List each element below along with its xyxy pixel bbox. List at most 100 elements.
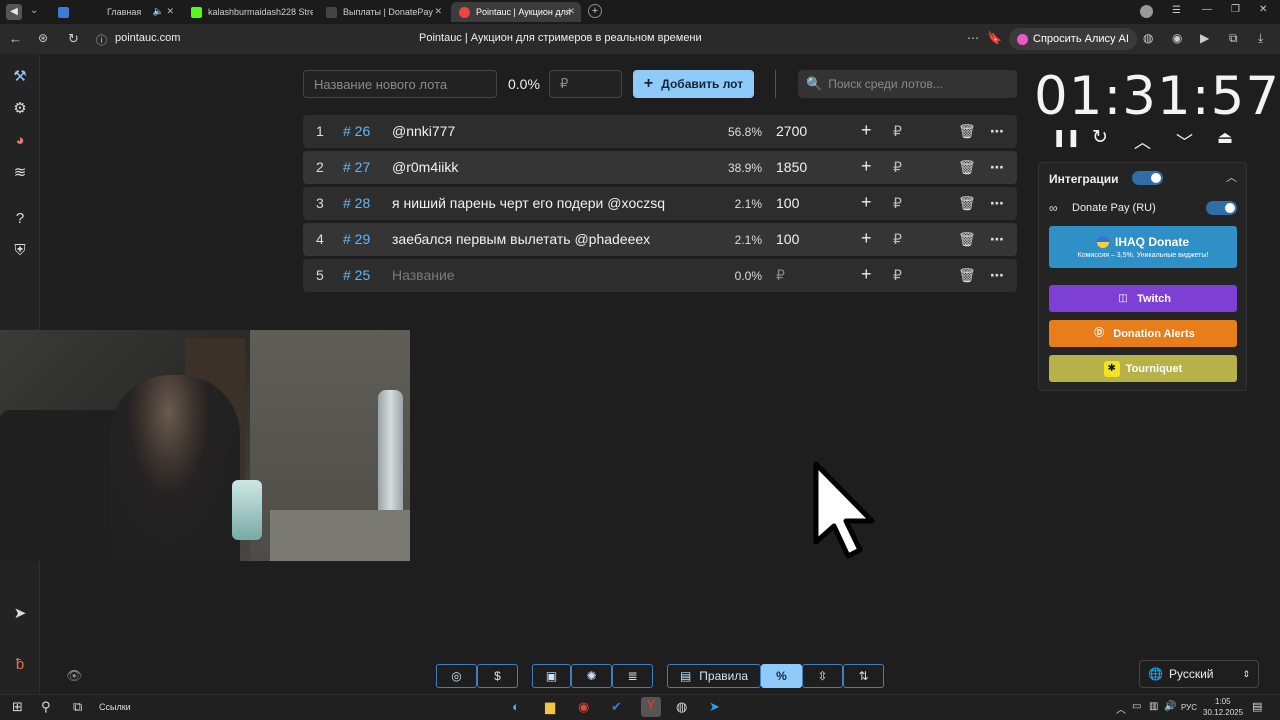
mute-icon[interactable]: 🔈 (153, 6, 164, 17)
more-options-icon[interactable]: ⋯ (990, 195, 1005, 212)
bookmark-icon[interactable]: 🔖 (987, 31, 1002, 45)
new-lot-input[interactable]: Название нового лота (303, 70, 497, 98)
url-text[interactable]: pointauc.com (115, 32, 180, 44)
increase-time-icon[interactable]: ︿ (1134, 128, 1151, 153)
decrease-time-icon[interactable]: ﹀ (1176, 128, 1193, 153)
lot-name[interactable]: @r0m4iikk (392, 159, 458, 175)
add-amount-icon[interactable]: + (861, 156, 872, 177)
language-select[interactable]: 🌐 Русский ⇕ (1139, 660, 1259, 688)
save-button[interactable]: ▣ (532, 664, 571, 688)
bug-report-button[interactable]: ✺ (571, 664, 612, 688)
close-tab-icon[interactable]: ✕ (434, 6, 442, 17)
delete-icon[interactable]: 🗑 (958, 123, 976, 140)
task-view-icon[interactable]: ⧉ (73, 699, 82, 715)
boosty-icon[interactable]: ƀ (10, 655, 30, 675)
alice-ai-button[interactable]: Спросить Алису AI (1009, 28, 1137, 50)
lot-amount[interactable]: 100 (776, 195, 799, 211)
tab-pointauc[interactable]: Pointauc | Аукцион для ✕ (451, 2, 581, 22)
tray-chevron-icon[interactable]: ︿ (1116, 701, 1126, 716)
lot-name[interactable]: я ниший парень черт его подери @xoczsq (392, 195, 665, 211)
more-icon[interactable]: ⋯ (967, 31, 979, 45)
lot-name[interactable]: @nnki777 (392, 123, 455, 139)
input-language[interactable]: РУС (1181, 703, 1197, 712)
browser-menu-icon[interactable]: ◀ (6, 4, 22, 20)
percent-toggle-button[interactable]: % (761, 664, 802, 688)
rules-button[interactable]: ▤ Правила (667, 664, 761, 688)
donate-button[interactable]: $ (477, 664, 518, 688)
auction-hammer-icon[interactable]: ⚒ (10, 67, 30, 87)
add-amount-icon[interactable]: + (861, 228, 872, 249)
sort-button[interactable]: ⇅ (843, 664, 884, 688)
visibility-eye-icon[interactable]: 👁 (66, 668, 83, 684)
collapse-chevron-icon[interactable]: ︿ (1226, 169, 1237, 185)
tab-kick[interactable]: kalashburmaidash228 Stre (183, 2, 313, 22)
lot-amount[interactable]: 2700 (776, 123, 807, 139)
delete-icon[interactable]: 🗑 (958, 159, 976, 176)
donatepay-toggle[interactable] (1206, 201, 1237, 215)
lot-amount[interactable]: 1850 (776, 159, 807, 175)
taskbar-search-icon[interactable]: ⚲ (41, 699, 51, 715)
more-options-icon[interactable]: ⋯ (990, 231, 1005, 248)
windows-start-icon[interactable]: ⊞ (12, 699, 23, 715)
lot-name-input[interactable]: Название (392, 267, 455, 283)
tab-list-chevron-icon[interactable]: ⌄ (30, 5, 38, 16)
close-tab-icon[interactable]: ✕ (567, 6, 575, 17)
lot-search-input[interactable]: 🔍 Поиск среди лотов... (798, 70, 1017, 98)
help-icon[interactable]: ? (10, 209, 30, 229)
globe-icon[interactable]: ◍ (1143, 31, 1153, 45)
tourniquet-button[interactable]: ✱ Tourniquet (1049, 355, 1237, 382)
telegram-icon[interactable]: ➤ (10, 604, 30, 624)
github-button[interactable]: ◎ (436, 664, 477, 688)
reset-timer-icon[interactable]: ↻ (1092, 126, 1108, 149)
new-lot-amount-input[interactable]: ₽ (549, 70, 622, 98)
delete-icon[interactable]: 🗑 (958, 267, 976, 284)
add-lot-button[interactable]: + Добавить лот (633, 70, 754, 98)
new-tab-button[interactable]: + (588, 4, 602, 18)
shield-icon[interactable]: ⊛ (38, 31, 48, 45)
tab-home[interactable]: Главная 🔈 ✕ (50, 2, 180, 22)
downloads-icon[interactable]: ⤓ (1258, 31, 1263, 46)
network-icon[interactable]: ▥ (1149, 701, 1158, 712)
ihaq-donate-button[interactable]: IHAQ Donate Комиссия – 3,5%. Уникальные … (1049, 226, 1237, 268)
twitch-button[interactable]: ◫ Twitch (1049, 285, 1237, 312)
yandex-browser-icon[interactable]: Y (641, 697, 661, 717)
delete-icon[interactable]: 🗑 (958, 195, 976, 212)
restore-icon[interactable]: ❐ (1231, 4, 1240, 15)
settings-gear-icon[interactable]: ⚙ (10, 99, 30, 119)
extension-icon[interactable]: ◉ (1172, 31, 1182, 45)
wheel-icon[interactable]: ◕ (10, 131, 30, 151)
close-window-icon[interactable]: ✕ (1259, 4, 1267, 15)
lot-name[interactable]: заебался первым вылетать @phadeeex (392, 231, 650, 247)
profile-icon[interactable] (1140, 5, 1153, 18)
edge-icon[interactable]: ◐ (512, 699, 520, 714)
clear-lots-button[interactable]: ≣ (612, 664, 653, 688)
more-options-icon[interactable]: ⋯ (990, 159, 1005, 176)
todo-icon[interactable]: ✔ (611, 699, 622, 715)
compact-toggle-button[interactable]: ⇳ (802, 664, 843, 688)
reload-icon[interactable]: ↻ (68, 31, 79, 47)
lot-amount[interactable]: 100 (776, 231, 799, 247)
volume-icon[interactable]: 🔊 (1164, 701, 1176, 712)
close-tab-icon[interactable]: ✕ (166, 6, 174, 17)
more-options-icon[interactable]: ⋯ (990, 123, 1005, 140)
add-amount-icon[interactable]: + (861, 192, 872, 213)
notifications-icon[interactable]: ▤ (1252, 700, 1262, 713)
layers-icon[interactable]: ≋ (10, 163, 30, 183)
links-toolbar[interactable]: Ссылки (99, 702, 131, 712)
back-icon[interactable]: ← (9, 31, 22, 46)
donation-alerts-button[interactable]: Ⓓ Donation Alerts (1049, 320, 1237, 347)
pause-icon[interactable]: ❚❚ (1052, 128, 1081, 148)
site-info-icon[interactable]: ⓘ (96, 32, 107, 48)
tray-app-icon[interactable]: ▭ (1132, 701, 1141, 712)
integrations-toggle[interactable] (1132, 171, 1163, 185)
notifications-icon[interactable]: ☰ (1172, 5, 1181, 16)
file-explorer-icon[interactable]: ▆ (545, 699, 555, 715)
chrome-icon[interactable]: ◉ (578, 699, 589, 715)
lot-amount-input[interactable]: ₽ (776, 267, 785, 284)
tab-donatepay[interactable]: Выплаты | DonatePay ✕ (318, 2, 448, 22)
double-increase-icon[interactable]: ⏏ (1217, 128, 1233, 148)
add-amount-icon[interactable]: + (861, 120, 872, 141)
minimize-icon[interactable]: — (1202, 4, 1212, 15)
collections-icon[interactable]: ⧉ (1229, 31, 1238, 46)
more-options-icon[interactable]: ⋯ (990, 267, 1005, 284)
